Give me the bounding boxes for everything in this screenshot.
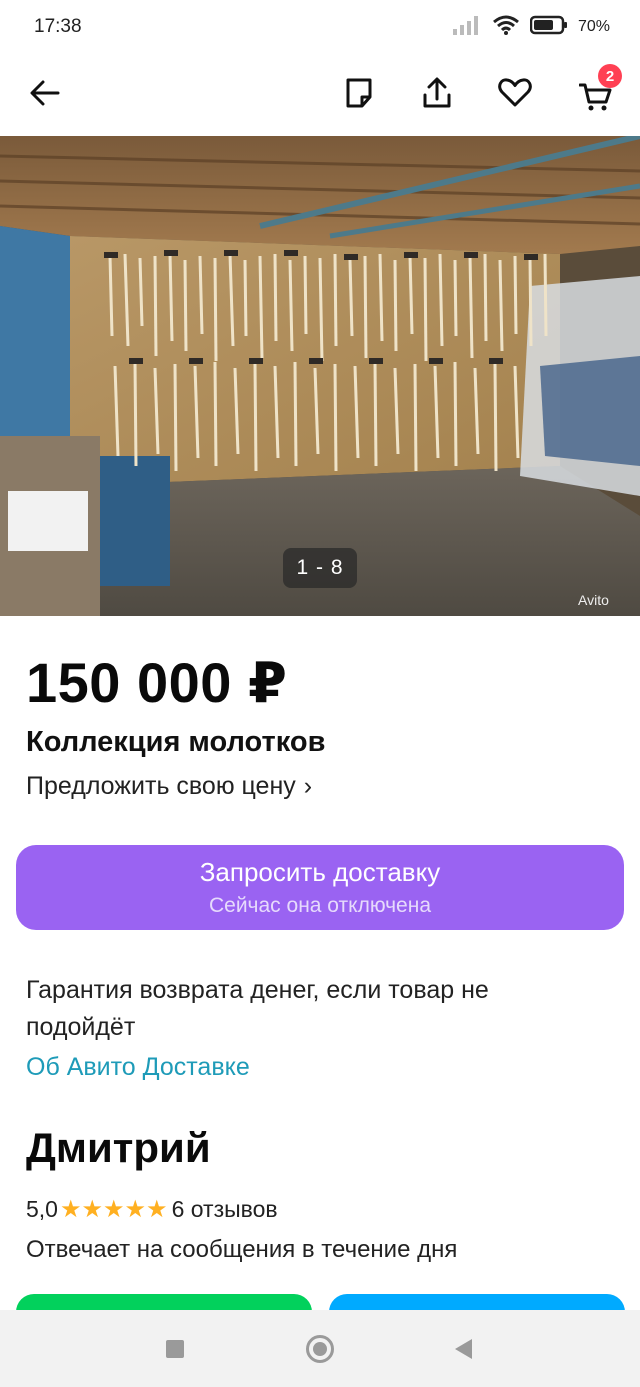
reviews-count: 6 отзывов (171, 1196, 278, 1222)
listing-photo[interactable]: Avito (0, 136, 640, 616)
rating-stars: ★ ★ ★ ★ ★ (59, 1195, 168, 1223)
star-icon: ★ (103, 1195, 125, 1223)
wifi-icon (492, 14, 520, 41)
listing-title: Коллекция молотков (26, 726, 326, 758)
delivery-button-subtitle: Сейчас она отключена (208, 894, 432, 917)
share-icon (423, 77, 451, 108)
about-avito-delivery-link[interactable]: Об Авито Доставке (26, 1053, 250, 1082)
battery-percent: 70% (577, 18, 610, 35)
note-button[interactable] (336, 70, 382, 116)
star-icon: ★ (124, 1195, 147, 1223)
cart-badge: 2 (598, 64, 622, 88)
photo-counter: 1 - 8 (283, 548, 357, 588)
favorite-button[interactable] (492, 70, 538, 116)
top-toolbar: 2 (0, 52, 640, 136)
status-icons: 70% (452, 14, 610, 40)
star-icon: ★ (81, 1195, 104, 1223)
seller-name[interactable]: Дмитрий (26, 1124, 211, 1172)
seller-rating[interactable]: 5,0 ★ ★ ★ ★ ★ 6 отзывов (26, 1196, 278, 1223)
signal-icon (452, 15, 482, 40)
status-time: 17:38 (34, 16, 82, 37)
battery-icon (529, 15, 568, 40)
system-back-button[interactable] (446, 1332, 480, 1366)
chevron-right-icon: › (303, 772, 313, 800)
system-navbar (0, 1310, 640, 1387)
back-button[interactable] (22, 70, 68, 116)
home-button[interactable] (303, 1332, 337, 1366)
star-icon: ★ (146, 1195, 168, 1223)
offer-price-link[interactable]: Предложить свою цену › (26, 772, 312, 801)
reply-time-info: Отвечает на сообщения в течение дня (26, 1236, 458, 1263)
back-arrow-icon (30, 80, 60, 106)
share-button[interactable] (414, 70, 460, 116)
note-icon (346, 78, 372, 108)
battery-value: 70 (577, 18, 596, 35)
hammer-collection-photo (0, 136, 640, 616)
home-circle-icon (306, 1335, 334, 1363)
rating-value: 5,0 (26, 1196, 58, 1222)
status-bar: 17:38 70% (0, 0, 640, 52)
offer-price-label: Предложить свою цену (26, 772, 296, 800)
listing-price: 150 000 ₽ (26, 651, 288, 714)
recents-button[interactable] (158, 1332, 192, 1366)
cart-button[interactable]: 2 (570, 64, 622, 120)
back-triangle-icon (455, 1339, 472, 1359)
recents-square-icon (166, 1340, 184, 1358)
star-icon: ★ (59, 1195, 82, 1223)
avito-watermark: Avito (578, 592, 609, 608)
heart-icon (498, 78, 532, 107)
request-delivery-button[interactable]: Запросить доставку Сейчас она отключена (16, 845, 624, 930)
money-back-guarantee: Гарантия возврата денег, если товар не п… (26, 976, 489, 1041)
delivery-button-title: Запросить доставку (199, 857, 441, 887)
